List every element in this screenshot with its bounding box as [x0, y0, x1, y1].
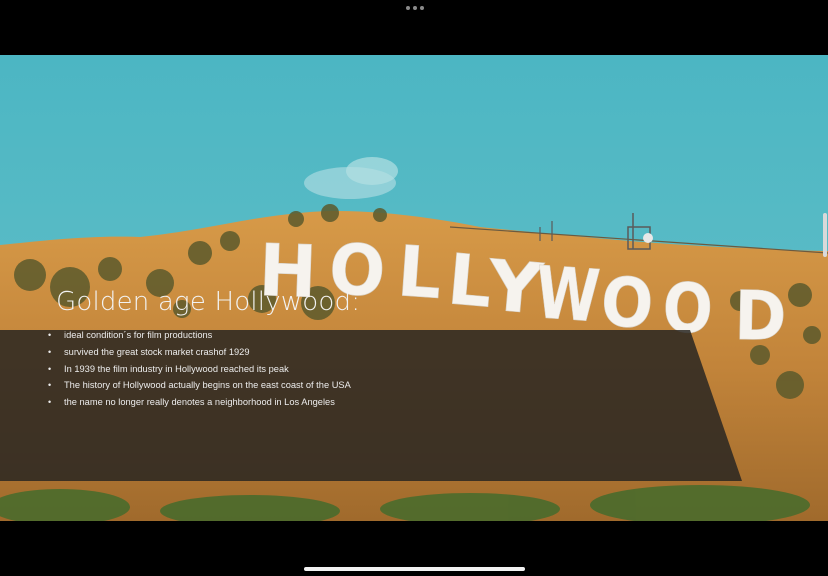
svg-text:L: L: [395, 230, 445, 315]
dot: [420, 6, 424, 10]
dot: [406, 6, 410, 10]
bullet-item: The history of Hollywood actually begins…: [48, 377, 351, 394]
svg-text:W: W: [533, 250, 603, 338]
side-handle[interactable]: [823, 213, 827, 257]
home-indicator[interactable]: [304, 567, 525, 571]
window-menu-icon[interactable]: [406, 6, 424, 10]
bullet-item: ideal condition´s for film productions: [48, 327, 351, 344]
bullet-list: ideal condition´s for film productions s…: [48, 327, 351, 411]
bullet-item: survived the great stock market crashof …: [48, 344, 351, 361]
bullet-item: In 1939 the film industry in Hollywood r…: [48, 361, 351, 378]
bullet-item: the name no longer really denotes a neig…: [48, 394, 351, 411]
slide-title: Golden age Hollywood:: [56, 287, 361, 317]
dot: [413, 6, 417, 10]
